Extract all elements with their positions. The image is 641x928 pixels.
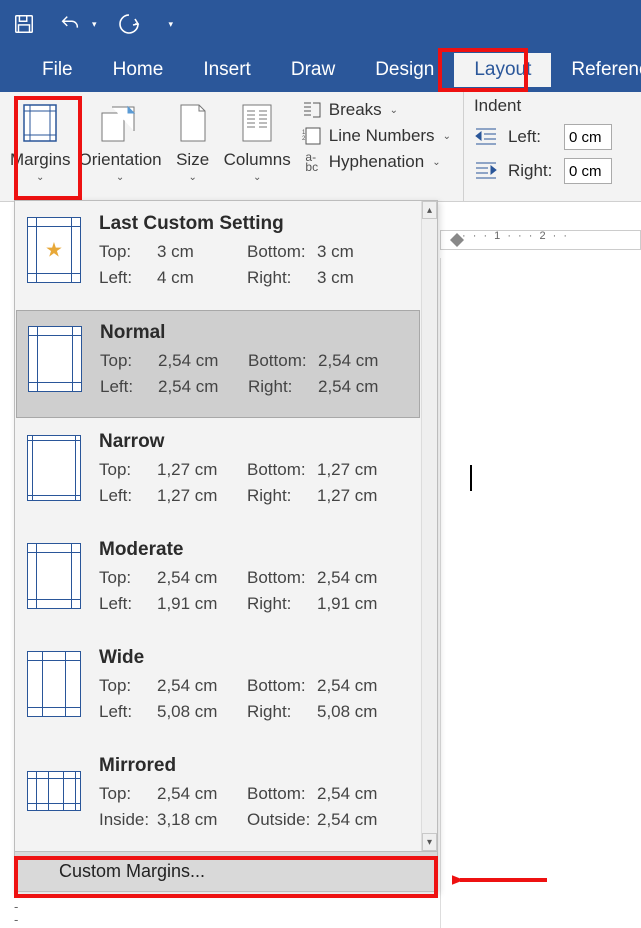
orientation-button[interactable]: Orientation ⌄ — [74, 96, 165, 183]
scroll-down-icon[interactable]: ▾ — [422, 833, 437, 851]
indent-right-label: Right: — [508, 161, 556, 181]
annotation-arrow-icon — [452, 870, 552, 895]
preset-title: Last Custom Setting — [99, 213, 413, 235]
size-icon — [170, 102, 216, 144]
horizontal-ruler[interactable]: · · · 1 · · · 2 · · — [440, 230, 641, 258]
indent-left-label: Left: — [508, 127, 556, 147]
chevron-down-icon: ⌄ — [432, 157, 440, 168]
hyphenation-icon: a-bc — [301, 152, 323, 172]
indent-right-icon — [474, 160, 500, 182]
preset-thumb-icon — [27, 651, 81, 717]
margins-preset-normal[interactable]: NormalTop:2,54 cmBottom:2,54 cmLeft:2,54… — [16, 310, 420, 418]
ruler-marks: · · · 1 · · · 2 · · — [462, 230, 569, 242]
tab-draw[interactable]: Draw — [271, 53, 355, 87]
tab-file[interactable]: File — [22, 53, 93, 87]
margins-preset-wide[interactable]: WideTop:2,54 cmBottom:2,54 cmLeft:5,08 c… — [15, 635, 421, 743]
scroll-up-icon[interactable]: ▴ — [422, 201, 437, 219]
indent-left-icon — [474, 126, 500, 148]
chevron-down-icon: ⌄ — [188, 172, 196, 183]
preset-title: Normal — [100, 322, 412, 344]
vertical-ruler-fragment: -- — [14, 900, 34, 926]
indent-group: Indent Left: Right: — [464, 92, 622, 201]
custom-margins-item[interactable]: Custom Margins... — [15, 851, 437, 891]
margins-button[interactable]: Margins ⌄ — [6, 96, 74, 183]
ribbon: Margins ⌄ Orientation ⌄ Size ⌄ Columns ⌄ — [0, 92, 641, 202]
preset-thumb-icon — [27, 543, 81, 609]
preset-thumb-icon — [27, 771, 81, 811]
preset-thumb-icon — [27, 435, 81, 501]
line-numbers-label: Line Numbers — [329, 126, 435, 146]
ribbon-tabs: File Home Insert Draw Design Layout Refe… — [0, 48, 641, 92]
preset-thumb-icon — [28, 326, 82, 392]
line-numbers-button[interactable]: 12 Line Numbers ⌄ — [301, 126, 451, 146]
preset-title: Wide — [99, 647, 413, 669]
indent-right-input[interactable] — [564, 158, 612, 184]
columns-button[interactable]: Columns ⌄ — [220, 96, 295, 183]
preset-title: Narrow — [99, 431, 413, 453]
save-button[interactable] — [10, 10, 38, 38]
undo-button[interactable] — [56, 10, 84, 38]
tab-design[interactable]: Design — [355, 53, 454, 87]
chevron-down-icon: ⌄ — [253, 172, 261, 183]
columns-icon — [234, 102, 280, 144]
star-icon: ★ — [45, 238, 63, 263]
custom-margins-label: Custom Margins... — [59, 861, 205, 882]
preset-title: Moderate — [99, 539, 413, 561]
orientation-icon — [97, 102, 143, 144]
margins-preset-last-custom-setting[interactable]: ★Last Custom SettingTop:3 cmBottom:3 cmL… — [15, 201, 421, 309]
orientation-label: Orientation — [78, 150, 161, 170]
margins-preset-narrow[interactable]: NarrowTop:1,27 cmBottom:1,27 cmLeft:1,27… — [15, 419, 421, 527]
svg-text:2: 2 — [302, 136, 306, 142]
hyphenation-button[interactable]: a-bc Hyphenation ⌄ — [301, 152, 451, 172]
size-button[interactable]: Size ⌄ — [166, 96, 220, 183]
chevron-down-icon: ⌄ — [116, 172, 124, 183]
breaks-label: Breaks — [329, 100, 382, 120]
qat-customize-icon[interactable]: ▾ — [169, 19, 174, 30]
redo-button[interactable] — [115, 10, 143, 38]
menu-scrollbar[interactable]: ▴ ▾ — [421, 201, 437, 851]
quick-access-toolbar: ▾ ▾ — [0, 0, 641, 48]
size-label: Size — [176, 150, 209, 170]
page-setup-group: Margins ⌄ Orientation ⌄ Size ⌄ Columns ⌄ — [0, 92, 464, 201]
preset-thumb-icon: ★ — [27, 217, 81, 283]
document-canvas[interactable] — [440, 258, 641, 928]
margins-dropdown: ★Last Custom SettingTop:3 cmBottom:3 cmL… — [14, 200, 438, 892]
breaks-icon — [301, 100, 323, 120]
chevron-down-icon: ⌄ — [390, 105, 398, 116]
margins-preset-moderate[interactable]: ModerateTop:2,54 cmBottom:2,54 cmLeft:1,… — [15, 527, 421, 635]
text-cursor — [470, 465, 472, 491]
line-numbers-icon: 12 — [301, 126, 323, 146]
margins-icon — [17, 102, 63, 144]
margins-label: Margins — [10, 150, 70, 170]
chevron-down-icon: ⌄ — [443, 131, 451, 142]
columns-label: Columns — [224, 150, 291, 170]
breaks-button[interactable]: Breaks ⌄ — [301, 100, 451, 120]
tab-home[interactable]: Home — [93, 53, 184, 87]
indent-left-input[interactable] — [564, 124, 612, 150]
margins-preset-mirrored[interactable]: MirroredTop:2,54 cmBottom:2,54 cmInside:… — [15, 743, 421, 851]
undo-dropdown-icon[interactable]: ▾ — [92, 19, 97, 30]
tab-references[interactable]: References — [551, 53, 641, 87]
preset-title: Mirrored — [99, 755, 413, 777]
chevron-down-icon: ⌄ — [36, 172, 44, 183]
hyphenation-label: Hyphenation — [329, 152, 424, 172]
indent-title: Indent — [474, 96, 612, 116]
tab-insert[interactable]: Insert — [183, 53, 271, 87]
tab-layout[interactable]: Layout — [454, 53, 551, 87]
